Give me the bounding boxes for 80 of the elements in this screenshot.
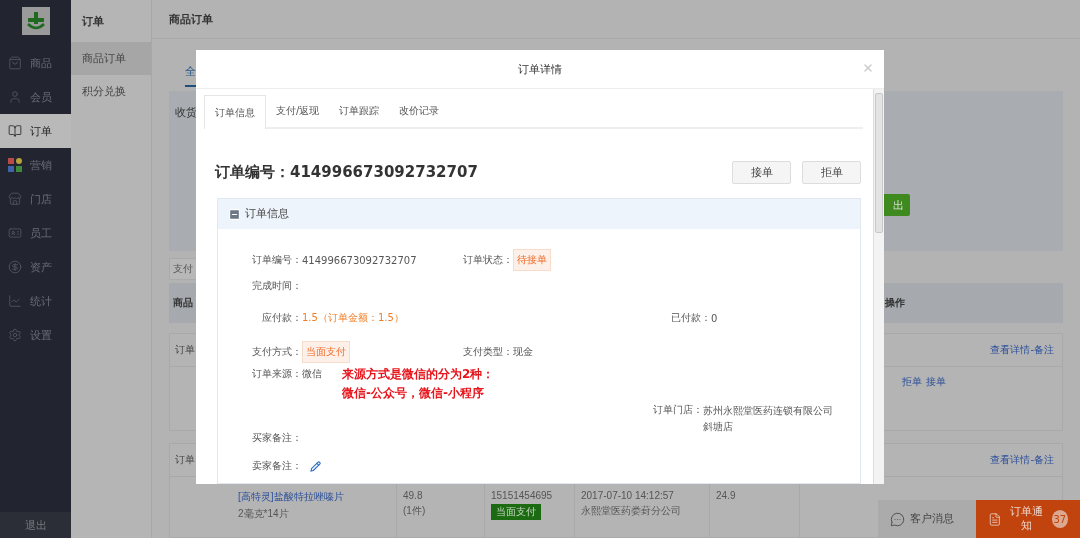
dialog-tab[interactable]: 订单信息: [204, 95, 266, 129]
nav-item[interactable]: 统计: [0, 284, 71, 318]
order-title: 订单: [175, 453, 195, 467]
id-card-icon: [8, 226, 22, 240]
chat-icon: [890, 511, 905, 527]
product-spec: 2毫克*14片: [238, 507, 289, 521]
nav-item[interactable]: 员工: [0, 216, 71, 250]
status-badge: 待接单: [513, 249, 551, 271]
field-label: 订单来源：: [251, 367, 302, 381]
nav-item[interactable]: 设置: [0, 318, 71, 352]
annotation-text: 来源方式是微信的分为2种： 微信-公众号，微信-小程序: [342, 366, 495, 402]
nav-item[interactable]: 订单: [0, 114, 71, 148]
dialog-title: 订单详情: [518, 61, 562, 77]
details-link[interactable]: 查看详情-备注: [990, 343, 1054, 357]
page-title: 商品订单: [152, 0, 1080, 39]
panel-header[interactable]: 订单信息: [218, 199, 860, 229]
action-button[interactable]: 拒单: [802, 161, 861, 184]
product-link[interactable]: [高特灵]盐酸特拉唑嗪片: [238, 490, 344, 504]
field-label: 应付款：: [261, 311, 302, 325]
field-value: 苏州永熙堂医药连锁有限公司斜塘店: [703, 404, 834, 434]
nav-item[interactable]: 会员: [0, 80, 71, 114]
field-value: 1.5（订单金额：1.5）: [302, 311, 404, 325]
field-label: 支付方式：: [251, 345, 302, 359]
payment-tag: 当面支付: [491, 504, 541, 520]
submenu-item[interactable]: 积分兑换: [71, 75, 151, 108]
action-link[interactable]: 拒单: [902, 375, 922, 389]
payment-badge: 当面支付: [302, 341, 350, 363]
document-icon: [988, 511, 1002, 527]
messages-button[interactable]: 客户消息: [878, 500, 976, 538]
section-title: 订单: [81, 13, 105, 30]
details-link[interactable]: 查看详情-备注: [990, 453, 1054, 467]
tiles-icon: [8, 158, 22, 172]
store-icon: [8, 192, 22, 206]
field-label: 已付款：: [670, 311, 711, 325]
submenu-item[interactable]: 商品订单: [71, 42, 151, 75]
logo: [21, 7, 50, 35]
action-link[interactable]: 接单: [926, 375, 946, 389]
column-header: 操作: [885, 296, 905, 310]
nav-item[interactable]: 商品: [0, 46, 71, 80]
book-icon: [8, 124, 22, 138]
filter-label: 收货: [175, 105, 197, 120]
store-name: 永熙堂医药娄葑分公司: [581, 504, 681, 518]
amount: 24.9: [716, 490, 736, 501]
field-label: 订单编号：: [251, 253, 302, 267]
close-icon[interactable]: [862, 62, 874, 74]
dialog-tab[interactable]: 改价记录: [389, 95, 450, 127]
field-value: 微信: [302, 367, 322, 381]
quantity: (1件): [403, 504, 426, 518]
field-value: 0: [711, 312, 718, 324]
scrollbar[interactable]: [873, 89, 884, 484]
field-label: 订单状态：: [462, 253, 513, 267]
settings-icon: [8, 328, 22, 342]
column-header: 商品: [173, 296, 193, 310]
coin-icon: [8, 260, 22, 274]
user-icon: [8, 90, 22, 104]
bag-icon: [8, 56, 22, 70]
field-label: 完成时间：: [251, 279, 302, 293]
field-label: 支付类型：: [462, 345, 513, 359]
phone: 15151454695: [491, 490, 553, 501]
edit-icon[interactable]: [310, 460, 321, 472]
logout-button[interactable]: 退出: [0, 512, 71, 538]
field-value: 现金: [513, 345, 533, 359]
nav-item[interactable]: 门店: [0, 182, 71, 216]
action-button[interactable]: 接单: [732, 161, 791, 184]
field-label: 卖家备注：: [251, 459, 302, 473]
field-value: 414996673092732707: [302, 254, 417, 266]
field-label: 订单门店：: [652, 403, 703, 415]
order-number-heading: 订单编号：414996673092732707: [215, 163, 478, 182]
count-badge: 37: [1051, 510, 1068, 528]
order-title: 订单: [175, 343, 195, 357]
dialog-tab[interactable]: 支付/返现: [266, 95, 330, 127]
nav-item[interactable]: 资产: [0, 250, 71, 284]
order-time: 2017-07-10 14:12:57: [581, 490, 674, 501]
dialog-tab[interactable]: 订单跟踪: [329, 95, 390, 127]
collapse-icon: [228, 207, 241, 221]
price: 49.8: [403, 490, 423, 501]
nav-item[interactable]: 营销: [0, 148, 71, 182]
panel-title: 订单信息: [245, 207, 289, 221]
field-label: 买家备注：: [251, 431, 302, 445]
chart-icon: [8, 294, 22, 308]
